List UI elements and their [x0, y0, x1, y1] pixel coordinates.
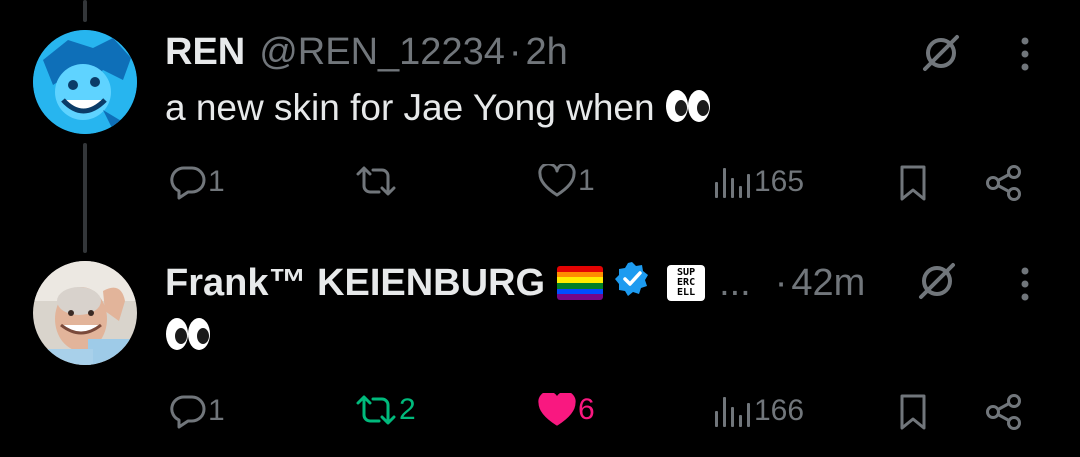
- avatar-frank[interactable]: [33, 261, 137, 365]
- rainbow-flag-emoji: [557, 266, 604, 300]
- heart-icon: [538, 393, 576, 426]
- share-button[interactable]: [982, 162, 1026, 204]
- reply-count: 1: [208, 394, 225, 427]
- share-button[interactable]: [982, 391, 1026, 433]
- like-count: 6: [578, 393, 595, 426]
- share-icon: [986, 394, 1021, 430]
- separator-dot: ·: [508, 31, 522, 73]
- views-icon: [715, 397, 750, 427]
- display-name[interactable]: REN: [165, 32, 245, 72]
- reply-button[interactable]: 1: [170, 164, 225, 200]
- reply-icon: [170, 166, 206, 200]
- timestamp[interactable]: 2h: [526, 32, 568, 72]
- retweet-button[interactable]: [355, 164, 399, 198]
- bookmark-button[interactable]: [895, 391, 931, 433]
- name-truncation-ellipsis: ...: [719, 262, 751, 304]
- verified-badge-icon[interactable]: [613, 260, 651, 306]
- bookmark-button[interactable]: [895, 162, 931, 204]
- more-options-icon[interactable]: [1010, 262, 1040, 306]
- views-button[interactable]: 166: [712, 393, 804, 429]
- views-button[interactable]: 165: [712, 164, 804, 200]
- display-name[interactable]: Frank™ KEIENBURG: [165, 263, 545, 303]
- eyes-emoji: [165, 317, 211, 359]
- bookmark-icon: [900, 394, 926, 430]
- like-count: 1: [578, 164, 595, 197]
- grok-icon[interactable]: [916, 30, 966, 76]
- retweet-icon: [356, 166, 396, 196]
- tweet-2-text: [165, 316, 211, 359]
- affiliate-badge[interactable]: SUP ERC ELL: [667, 265, 706, 301]
- retweet-button[interactable]: 2: [355, 393, 416, 427]
- more-options-icon[interactable]: [1010, 32, 1040, 76]
- avatar-ren[interactable]: [33, 30, 137, 134]
- like-button[interactable]: 1: [538, 164, 595, 198]
- thread-line-top: [83, 0, 87, 22]
- reply-icon: [170, 395, 206, 429]
- reply-count: 1: [208, 165, 225, 198]
- views-icon: [715, 168, 750, 198]
- eyes-emoji: [665, 89, 711, 131]
- timestamp[interactable]: 42m: [791, 263, 865, 303]
- separator-dot: ·: [774, 262, 788, 304]
- grok-icon[interactable]: [912, 258, 962, 304]
- thread-line-connector: [83, 143, 87, 253]
- heart-icon: [538, 164, 576, 197]
- views-count: 165: [754, 165, 805, 198]
- user-handle[interactable]: @REN_12234: [259, 32, 505, 72]
- reply-button[interactable]: 1: [170, 393, 225, 429]
- bookmark-icon: [900, 165, 926, 201]
- share-icon: [986, 165, 1021, 201]
- retweet-count: 2: [399, 393, 416, 426]
- like-button[interactable]: 6: [538, 393, 595, 427]
- tweet-2-header: Frank™ KEIENBURG SUP ERC ELL ... · 42m: [165, 260, 865, 306]
- retweet-icon: [356, 395, 396, 425]
- views-count: 166: [754, 394, 805, 427]
- tweet-1-header: REN @REN_12234 · 2h: [165, 32, 568, 72]
- tweet-1-text: a new skin for Jae Yong when: [165, 88, 711, 131]
- tweet-text: a new skin for Jae Yong when: [165, 87, 655, 128]
